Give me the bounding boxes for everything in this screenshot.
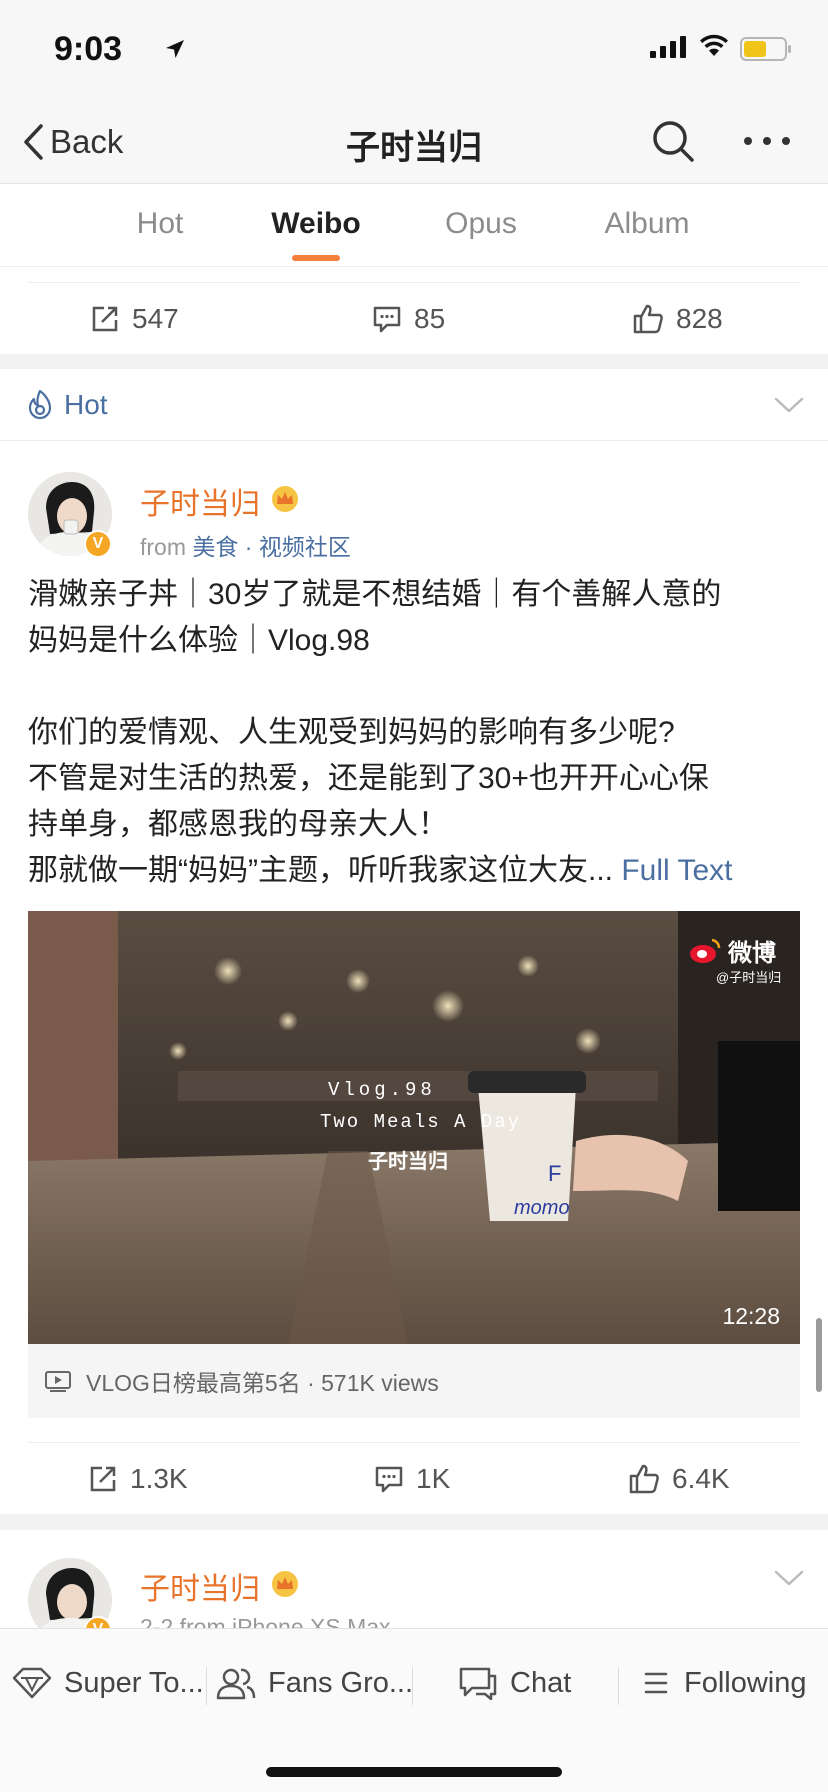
- diamond-icon: [12, 1667, 52, 1699]
- post-body-line: 不管是对生活的热爱，还是能到了30+也开开心心保: [28, 762, 709, 795]
- full-text-link[interactable]: Full Text: [621, 854, 732, 887]
- group-icon: [216, 1668, 256, 1700]
- toolbar-separator: [412, 1667, 413, 1705]
- hot-section-label: Hot: [64, 389, 108, 420]
- menu-lines-icon: [644, 1672, 668, 1694]
- post-title-line: 滑嫩亲子丼｜30岁了就是不想结婚｜有个善解人意的: [28, 578, 722, 611]
- chat-label: Chat: [510, 1666, 572, 1699]
- active-tab-indicator: [292, 255, 340, 261]
- search-icon[interactable]: [650, 118, 696, 164]
- weibo-logo-icon: [690, 938, 721, 963]
- video-stats-bar: VLOG日榜最高第5名 · 571K views: [28, 1344, 800, 1418]
- thumbs-up-icon: [633, 304, 663, 334]
- post-author-name[interactable]: 子时当归: [140, 1564, 260, 1608]
- status-bar: 9:03: [0, 0, 828, 100]
- verified-badge-icon: V: [84, 530, 112, 558]
- video-overlay-subtitle: Two Meals A Day: [320, 1111, 522, 1133]
- comment-button[interactable]: 85: [372, 283, 445, 355]
- next-post: V 子时当归 2-2 from iPhone XS Max: [0, 1530, 828, 1630]
- weibo-watermark: 微博: [688, 933, 776, 968]
- tab-album[interactable]: Album: [602, 207, 692, 241]
- repost-icon: [92, 306, 118, 332]
- hot-fire-icon: [28, 389, 52, 420]
- crown-icon: [272, 486, 298, 512]
- post-body-line: 那就做一期“妈妈”主题，听听我家这位大友... Full Text: [28, 848, 800, 894]
- like-button[interactable]: 6.4K: [628, 1443, 730, 1515]
- thumbs-up-icon: [629, 1464, 659, 1494]
- comment-icon: [373, 306, 401, 333]
- like-count: 6.4K: [672, 1463, 730, 1494]
- profile-tabs: Hot Weibo Opus Album: [0, 185, 828, 267]
- post-body-line: 你们的爱情观、人生观受到妈妈的影响有多少呢?: [28, 716, 675, 749]
- video-overlay-title: Vlog.98: [328, 1079, 436, 1101]
- toolbar-separator: [206, 1667, 207, 1705]
- chat-button[interactable]: Chat: [458, 1657, 571, 1709]
- chevron-down-icon[interactable]: [774, 1570, 804, 1586]
- repost-count: 1.3K: [130, 1463, 188, 1494]
- section-divider: [0, 1514, 828, 1530]
- video-overlay-author: 子时当归: [368, 1151, 448, 1173]
- hot-section-header: Hot: [0, 369, 828, 441]
- post-title-line: 妈妈是什么体验｜Vlog.98: [28, 624, 370, 657]
- tab-weibo[interactable]: Weibo: [266, 207, 366, 241]
- comment-count: 85: [414, 303, 446, 334]
- fans-group-label: Fans Gro...: [268, 1666, 414, 1699]
- post-meta: from 美食 · 视频社区: [140, 528, 351, 562]
- crown-icon: [272, 1571, 298, 1597]
- wifi-icon: [700, 34, 728, 56]
- cup-letter: F: [548, 1161, 562, 1186]
- section-divider: [0, 354, 828, 369]
- post-body: 滑嫩亲子丼｜30岁了就是不想结婚｜有个善解人意的 妈妈是什么体验｜Vlog.98…: [28, 572, 800, 894]
- video-duration: 12:28: [722, 1303, 780, 1329]
- like-button[interactable]: 828: [632, 283, 723, 355]
- navigation-bar: Back 子时当归: [0, 100, 828, 184]
- battery-icon: [740, 37, 791, 61]
- post-source-link[interactable]: 美食 · 视频社区: [192, 534, 350, 560]
- repost-icon: [90, 1466, 116, 1492]
- toolbar-separator: [618, 1667, 619, 1705]
- from-label: from: [140, 534, 186, 560]
- video-player[interactable]: 微博 @子时当归 Vlog.98 Two Meals A Day 子时当归 F …: [28, 911, 800, 1344]
- post-actions: 1.3K 1K 6.4K: [28, 1442, 800, 1514]
- location-arrow-icon: [166, 40, 184, 58]
- tab-hot[interactable]: Hot: [134, 207, 186, 241]
- watermark-brand: 微博: [728, 940, 776, 967]
- following-label: Following: [684, 1666, 807, 1699]
- following-button[interactable]: Following: [642, 1657, 807, 1709]
- comment-count: 1K: [416, 1463, 451, 1494]
- super-topic-label: Super To...: [64, 1666, 204, 1699]
- scrollbar[interactable]: [816, 1318, 822, 1392]
- comment-icon: [375, 1466, 403, 1493]
- super-topic-button[interactable]: Super To...: [12, 1657, 204, 1709]
- post-body-text: 那就做一期“妈妈”主题，听听我家这位大友...: [28, 854, 613, 887]
- chevron-down-icon[interactable]: [774, 397, 804, 413]
- post-body-line: 持单身，都感恩我的母亲大人！: [28, 808, 448, 841]
- status-time: 9:03: [54, 30, 123, 68]
- repost-button[interactable]: 1.3K: [88, 1443, 188, 1515]
- post-author-name[interactable]: 子时当归: [140, 479, 260, 523]
- watermark-handle: @子时当归: [716, 970, 782, 985]
- home-indicator[interactable]: [266, 1767, 562, 1777]
- cellular-signal-icon: [650, 36, 686, 58]
- chat-bubble-icon: [459, 1667, 497, 1700]
- page-title: 子时当归: [346, 129, 482, 167]
- previous-post-actions: 547 85 828: [28, 282, 800, 354]
- cup-name: momo: [514, 1197, 570, 1219]
- repost-button[interactable]: 547: [90, 283, 179, 355]
- comment-button[interactable]: 1K: [374, 1443, 450, 1515]
- fans-group-button[interactable]: Fans Gro...: [216, 1657, 413, 1709]
- tab-opus[interactable]: Opus: [444, 207, 518, 241]
- video-stats-text: VLOG日榜最高第5名 · 571K views: [86, 1370, 439, 1396]
- bottom-toolbar: Super To... Fans Gro... Chat Following: [0, 1628, 828, 1792]
- repost-count: 547: [132, 303, 179, 334]
- like-count: 828: [676, 303, 723, 334]
- video-play-icon: [45, 1371, 71, 1392]
- more-options-icon[interactable]: [742, 126, 792, 156]
